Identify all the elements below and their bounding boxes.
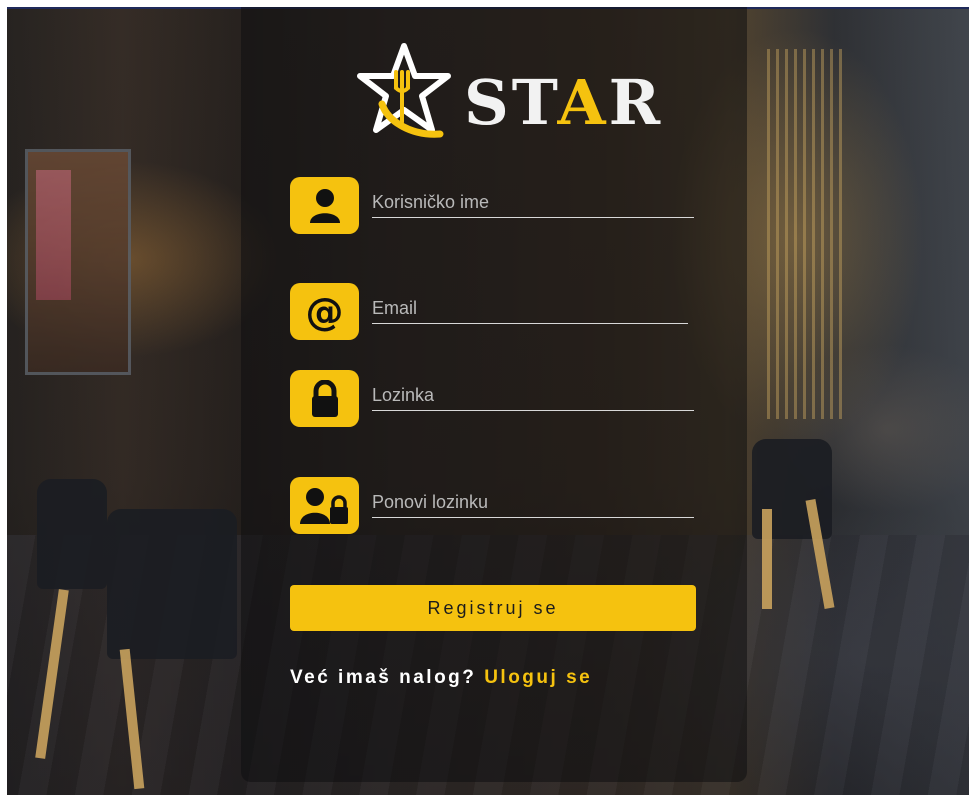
user-icon: [290, 177, 359, 234]
chair: [37, 479, 107, 589]
repeat-password-field: [290, 477, 696, 535]
brand-name: STAR: [464, 66, 663, 139]
user-lock-icon: [290, 477, 359, 534]
wood-slats: [767, 49, 847, 419]
chair: [107, 509, 237, 659]
brand-name-part: R: [608, 66, 664, 139]
email-input[interactable]: [372, 293, 688, 324]
username-field: [290, 177, 696, 235]
login-link[interactable]: Uloguj se: [484, 667, 592, 688]
chair-leg: [762, 509, 772, 609]
username-input[interactable]: [372, 187, 694, 218]
lock-icon: [290, 370, 359, 427]
password-input[interactable]: [372, 380, 694, 411]
password-field: [290, 370, 696, 428]
email-field: @: [290, 283, 696, 341]
repeat-password-input[interactable]: [372, 487, 694, 518]
star-fork-spoon-icon: [357, 43, 451, 138]
wine-shelf: [25, 149, 131, 375]
login-question: Već imaš nalog?: [290, 667, 477, 688]
brand-name-part: A: [557, 66, 609, 139]
login-prompt: Već imaš nalog? Uloguj se: [290, 667, 592, 689]
logo: STAR: [352, 42, 672, 142]
brand-name-part: ST: [464, 66, 558, 139]
at-sign-icon: @: [290, 283, 359, 340]
register-button[interactable]: Registruj se: [290, 585, 696, 631]
